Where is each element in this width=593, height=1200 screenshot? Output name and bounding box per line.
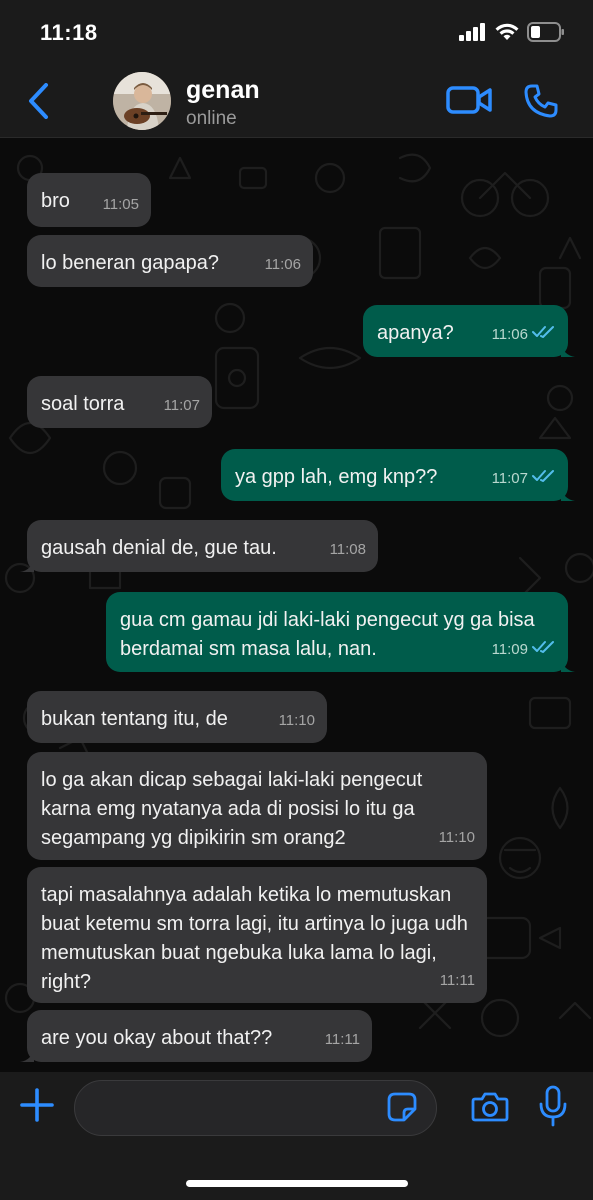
sticker-button[interactable] xyxy=(386,1092,418,1127)
message-incoming[interactable]: lo ga akan dicap sebagai laki-laki penge… xyxy=(27,752,487,860)
message-timestamp: 11:07 xyxy=(163,397,200,414)
chevron-left-icon xyxy=(27,82,49,124)
message-time: 11:09 xyxy=(492,635,556,664)
message-time: 11:10 xyxy=(279,706,315,735)
message-timestamp: 11:07 xyxy=(491,470,528,487)
message-time: 11:05 xyxy=(103,190,139,219)
camera-button[interactable] xyxy=(470,1090,510,1128)
double-check-icon xyxy=(532,635,556,664)
double-check-icon xyxy=(532,320,556,349)
message-outgoing[interactable]: apanya? 11:06 xyxy=(363,305,575,357)
message-text: apanya? xyxy=(377,322,454,344)
message-time: 11:07 xyxy=(164,391,200,420)
message-incoming[interactable]: lo beneran gapapa? 11:06 xyxy=(27,235,313,287)
back-button[interactable] xyxy=(20,82,56,124)
message-time: 11:11 xyxy=(325,1025,360,1054)
wifi-icon xyxy=(495,23,519,46)
status-time: 11:18 xyxy=(40,20,98,45)
battery-icon xyxy=(527,22,565,47)
message-text: gausah denial de, gue tau. xyxy=(41,537,277,559)
message-text: lo beneran gapapa? xyxy=(41,252,219,274)
message-text: bro xyxy=(41,190,70,212)
message-text: soal torra xyxy=(41,393,125,415)
message-timestamp: 11:06 xyxy=(491,326,528,343)
video-call-button[interactable] xyxy=(444,82,494,122)
message-text: lo ga akan dicap sebagai laki-laki penge… xyxy=(41,769,423,849)
message-incoming[interactable]: bukan tentang itu, de 11:10 xyxy=(27,691,327,743)
video-camera-icon xyxy=(446,85,492,120)
sticker-icon xyxy=(387,1092,417,1127)
message-timestamp: 11:09 xyxy=(491,641,528,658)
message-timestamp: 11:10 xyxy=(438,829,475,846)
message-composer xyxy=(0,1072,593,1200)
message-outgoing[interactable]: gua cm gamau jdi laki-laki pengecut yg g… xyxy=(106,592,575,672)
chat-area[interactable]: bro 11:05 lo beneran gapapa? 11:06 apany… xyxy=(0,138,593,1072)
message-text: bukan tentang itu, de xyxy=(41,708,228,730)
status-icons xyxy=(459,22,565,47)
microphone-icon xyxy=(538,1085,568,1132)
message-incoming[interactable]: are you okay about that?? 11:11 xyxy=(20,1010,372,1062)
home-indicator[interactable] xyxy=(186,1180,408,1187)
message-timestamp: 11:11 xyxy=(439,972,475,989)
message-timestamp: 11:08 xyxy=(329,541,366,558)
message-time: 11:10 xyxy=(439,823,475,852)
avatar[interactable] xyxy=(113,72,171,130)
message-timestamp: 11:06 xyxy=(264,256,301,273)
message-text: gua cm gamau jdi laki-laki pengecut yg g… xyxy=(120,609,535,660)
attach-button[interactable] xyxy=(18,1087,56,1128)
message-timestamp: 11:10 xyxy=(278,712,315,729)
message-time: 11:08 xyxy=(330,535,366,564)
message-outgoing[interactable]: ya gpp lah, emg knp?? 11:07 xyxy=(221,449,575,501)
double-check-icon xyxy=(532,464,556,493)
microphone-button[interactable] xyxy=(536,1085,570,1132)
message-time: 11:11 xyxy=(440,966,475,995)
message-text: ya gpp lah, emg knp?? xyxy=(235,466,438,488)
message-timestamp: 11:05 xyxy=(102,196,139,213)
phone-icon xyxy=(523,83,559,124)
contact-status: online xyxy=(186,108,237,129)
message-timestamp: 11:11 xyxy=(324,1031,360,1048)
message-input[interactable] xyxy=(74,1080,437,1136)
message-time: 11:06 xyxy=(492,320,556,349)
message-time: 11:06 xyxy=(265,250,301,279)
contact-name[interactable]: genan xyxy=(186,76,260,105)
signal-icon xyxy=(459,23,487,46)
voice-call-button[interactable] xyxy=(520,82,562,124)
status-bar: 11:18 xyxy=(0,0,593,68)
message-incoming[interactable]: soal torra 11:07 xyxy=(27,376,212,428)
message-incoming[interactable]: gausah denial de, gue tau. 11:08 xyxy=(20,520,378,572)
message-time: 11:07 xyxy=(492,464,556,493)
chat-header: genan online xyxy=(0,68,593,138)
message-text: are you okay about that?? xyxy=(41,1027,273,1049)
plus-icon xyxy=(19,1087,55,1128)
message-incoming[interactable]: bro 11:05 xyxy=(27,173,151,227)
message-incoming[interactable]: tapi masalahnya adalah ketika lo memutus… xyxy=(27,867,487,1003)
camera-icon xyxy=(471,1091,509,1128)
message-text: tapi masalahnya adalah ketika lo memutus… xyxy=(41,884,468,993)
